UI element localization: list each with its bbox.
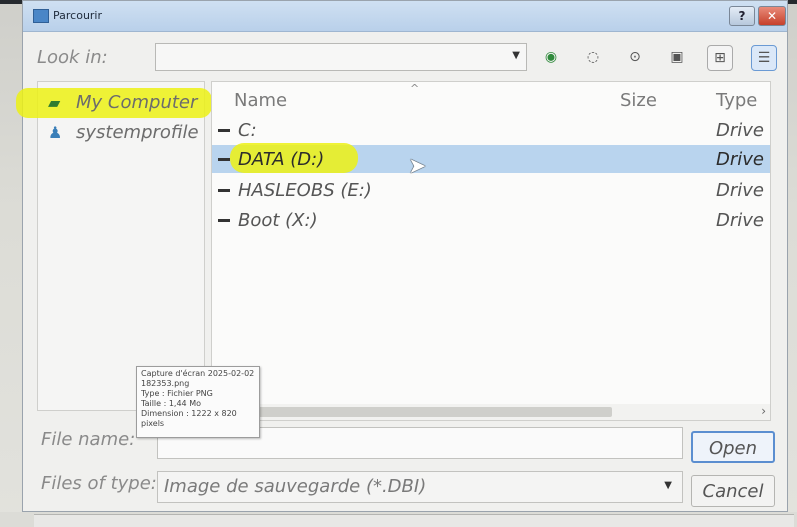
- title-bar: Parcourir ? ✕: [23, 1, 787, 32]
- horizontal-scrollbar[interactable]: ›: [212, 404, 770, 420]
- places-sidebar: ▰ My Computer ♟ systemprofile: [16, 81, 212, 411]
- chevron-right-icon[interactable]: ›: [761, 404, 766, 418]
- sort-arrow-icon: ^: [410, 82, 420, 95]
- column-header-name[interactable]: Name: [234, 90, 287, 111]
- detail-view-icon[interactable]: ☰: [751, 45, 777, 71]
- table-row[interactable]: C: Drive: [212, 116, 770, 144]
- drive-icon: [218, 129, 230, 132]
- drive-icon: [218, 158, 230, 161]
- table-row[interactable]: HASLEOBS (E:) Drive: [212, 176, 770, 204]
- tooltip-line: Capture d'écran 2025-02-02: [141, 369, 255, 378]
- row-name: C:: [238, 120, 257, 141]
- tooltip-line: pixels: [141, 419, 165, 428]
- mouse-cursor-icon: ➤: [408, 154, 427, 179]
- close-button[interactable]: ✕: [758, 6, 786, 26]
- row-name: Boot (X:): [238, 210, 318, 231]
- open-button[interactable]: Open: [691, 431, 775, 463]
- tooltip-line: Type : Fichier PNG: [141, 389, 213, 398]
- column-header-size[interactable]: Size: [620, 90, 657, 111]
- row-type: Drive: [716, 149, 764, 170]
- row-type: Drive: [716, 210, 764, 231]
- files-of-type-combo[interactable]: Image de sauvegarde (*.DBI) ▼: [157, 471, 683, 503]
- drive-icon: [218, 189, 230, 192]
- file-name-label: File name:: [41, 429, 136, 450]
- screen-bottom-edge: [0, 512, 797, 527]
- row-type: Drive: [716, 120, 764, 141]
- tooltip-line: Taille : 1,44 Mo: [141, 399, 201, 408]
- table-row[interactable]: Boot (X:) Drive: [212, 206, 770, 234]
- help-button[interactable]: ?: [729, 6, 755, 26]
- chevron-down-icon[interactable]: ▼: [512, 50, 520, 61]
- file-list: ^ Name Size Type C: Drive DATA (D:) Driv…: [211, 81, 771, 421]
- computer-icon: ▰: [48, 93, 61, 112]
- file-info-tooltip: Capture d'écran 2025-02-02 182353.png Ty…: [136, 366, 260, 438]
- list-view-icon[interactable]: ⊞: [707, 45, 733, 71]
- table-row[interactable]: DATA (D:) Drive: [212, 143, 770, 173]
- chevron-down-icon[interactable]: ▼: [664, 480, 672, 491]
- user-profile-icon: ♟: [48, 123, 63, 142]
- cancel-button[interactable]: Cancel: [691, 475, 775, 507]
- back-icon[interactable]: ◉: [539, 45, 563, 69]
- window-icon: [33, 9, 49, 23]
- window-title: Parcourir: [53, 9, 103, 22]
- up-icon[interactable]: ⊙: [623, 45, 647, 69]
- column-header-type[interactable]: Type: [716, 90, 757, 111]
- look-in-label: Look in:: [37, 47, 108, 68]
- tooltip-line: 182353.png: [141, 379, 190, 388]
- forward-icon[interactable]: ◌: [581, 45, 605, 69]
- row-name: DATA (D:): [238, 149, 325, 170]
- sidebar-item-systemprofile[interactable]: ♟ systemprofile: [38, 118, 204, 146]
- new-folder-icon[interactable]: ▣: [665, 45, 689, 69]
- files-of-type-label: Files of type:: [41, 473, 157, 494]
- sidebar-item-label: systemprofile: [76, 122, 199, 143]
- sidebar-item-label: My Computer: [76, 92, 198, 113]
- taskbar-edge: [34, 514, 794, 527]
- look-in-combo[interactable]: ▼: [155, 43, 527, 71]
- files-of-type-value: Image de sauvegarde (*.DBI): [164, 476, 427, 497]
- photo-stage: Parcourir ? ✕ Look in: ▼ ◉ ◌ ⊙ ▣ ⊞ ☰ ▰ M…: [0, 0, 797, 527]
- tooltip-line: Dimension : 1222 x 820: [141, 409, 237, 418]
- row-type: Drive: [716, 180, 764, 201]
- row-name: HASLEOBS (E:): [238, 180, 372, 201]
- scrollbar-thumb[interactable]: [252, 407, 612, 417]
- drive-icon: [218, 219, 230, 222]
- sidebar-item-my-computer[interactable]: ▰ My Computer: [16, 88, 212, 118]
